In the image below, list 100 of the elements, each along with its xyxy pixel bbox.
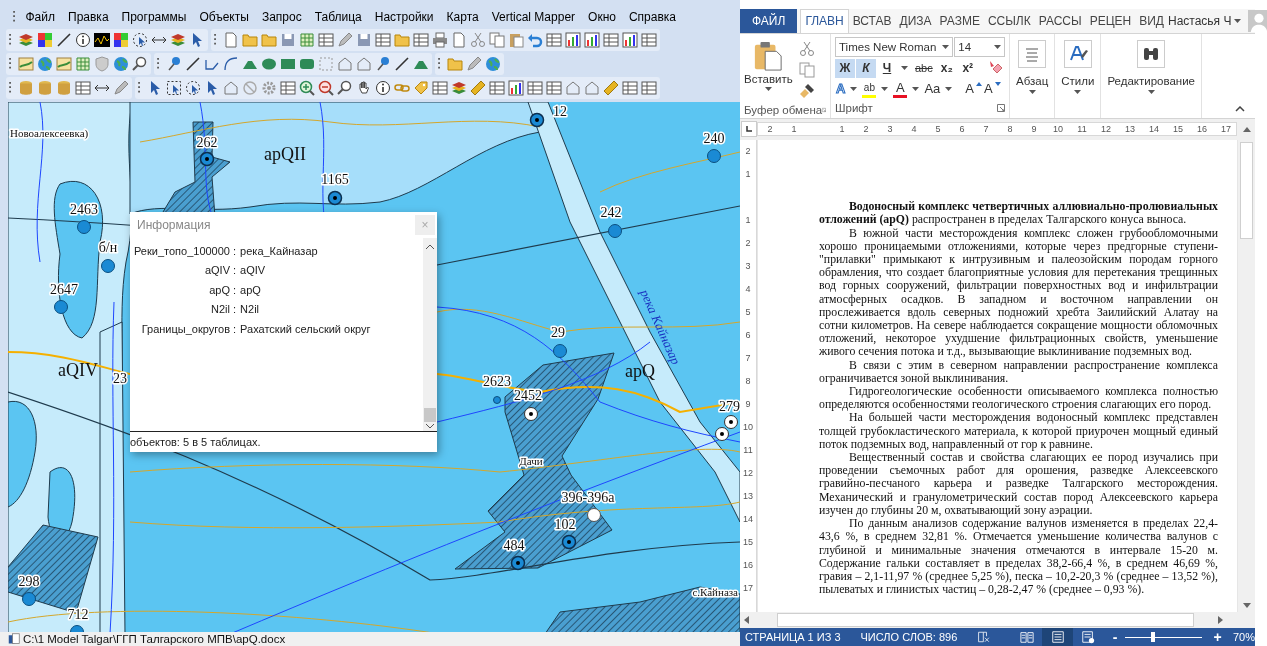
ribbon-tab[interactable]: ССЫЛК [983,9,1035,33]
table-icon[interactable] [622,79,638,96]
dropdown-caret-icon[interactable] [1074,89,1082,94]
scroll-up-icon[interactable] [426,243,434,249]
table-icon[interactable] [375,31,391,48]
dashed-circle-icon[interactable] [132,31,148,48]
dropdown-caret-icon[interactable] [994,45,1001,50]
bar-chart-icon[interactable] [565,31,581,48]
font-button[interactable]: ab [861,80,878,98]
menu-item[interactable]: Правка [61,9,116,24]
zoom-out-button[interactable]: - [1109,629,1121,645]
dropdown-caret-icon[interactable] [1234,18,1242,23]
map-icon[interactable] [18,55,34,72]
house-outline-icon[interactable] [223,79,239,96]
font-name-field[interactable]: Times New Roman [835,37,954,58]
table-icon[interactable] [546,79,562,96]
menu-item[interactable]: Файл [19,9,62,24]
slider-thumb[interactable] [1151,632,1156,642]
dot-marker[interactable] [493,395,501,404]
scroll-down-icon[interactable] [1242,603,1251,609]
ringed-dot-marker[interactable] [199,151,215,166]
gear-icon[interactable] [261,79,277,96]
dropdown-caret-icon[interactable] [912,87,920,92]
paintbrush-icon[interactable] [798,82,815,99]
font-button[interactable]: Aa [923,82,942,97]
layers-icon[interactable] [18,31,34,48]
collapse-caret-icon[interactable] [1235,105,1245,112]
menu-item[interactable]: Настройки [368,9,441,24]
format-button[interactable]: x² [957,58,978,78]
vertical-ruler[interactable]: 2 1 1 2 3 4 5 6 7 8 9 10 11 12 13 14 15 16 17 [740,140,757,613]
scroll-down-icon[interactable] [426,423,434,429]
dropdown-caret-icon[interactable] [1147,89,1155,94]
zoom-out-icon[interactable] [318,79,334,96]
search-icon[interactable] [132,55,148,72]
paragraph-button[interactable]: Абзац [1016,74,1049,87]
selection-box-icon[interactable] [166,79,182,96]
paragraph-lines-icon[interactable] [1018,39,1047,68]
copy-icon[interactable] [489,31,505,48]
house-outline-icon[interactable] [584,79,600,96]
clipboard-icon[interactable] [508,31,524,48]
dialog-launcher-icon[interactable] [997,103,1005,112]
zoom-in-icon[interactable] [299,79,315,96]
page-lines-icon[interactable] [1050,630,1065,644]
ruler-icon[interactable] [470,79,486,96]
dropdown-caret-icon[interactable] [850,87,858,92]
table-icon[interactable] [318,31,334,48]
tag-icon[interactable] [413,79,429,96]
table-icon[interactable] [641,79,657,96]
editing-button[interactable]: Редактирование [1107,74,1195,87]
font-size-field[interactable]: 14 [954,37,1005,58]
font-button[interactable]: A [892,80,909,98]
format-button[interactable]: Ж [835,58,855,78]
ribbon-tab[interactable]: ВИД [1135,9,1168,33]
grid-icon[interactable] [75,55,91,72]
menu-item[interactable]: Запрос [255,9,309,24]
pencil-icon[interactable] [337,31,353,48]
menu-item[interactable]: Объекты [192,9,256,24]
paste-button[interactable]: Вставить [744,72,793,85]
globe-icon[interactable] [485,55,501,72]
info-icon[interactable] [375,79,391,96]
page-icon[interactable] [223,31,239,48]
dropdown-caret-icon[interactable] [901,66,908,71]
menu-item[interactable]: Окно [581,9,623,24]
dropdown-caret-icon[interactable] [945,87,953,92]
scrollbar[interactable] [1238,140,1255,613]
scroll-up-icon[interactable] [1242,126,1251,132]
word-count[interactable]: ЧИСЛО СЛОВ: 896 [860,631,958,643]
web-page-icon[interactable] [1081,630,1096,644]
table-icon[interactable] [280,79,296,96]
scroll-thumb[interactable] [777,613,1194,628]
search-icon[interactable] [337,79,353,96]
dropdown-caret-icon[interactable] [881,87,889,92]
ringed-dot-marker[interactable] [561,534,577,549]
map-icon[interactable] [56,55,72,72]
menu-item[interactable]: Справка [622,9,683,24]
menu-item[interactable]: Vertical Mapper [485,9,582,24]
pencil-icon[interactable] [466,55,482,72]
ribbon-tab[interactable]: ДИЗА [895,9,936,33]
menu-item[interactable]: Программы [115,9,193,24]
scissors-icon[interactable] [470,31,486,48]
ribbon-tab[interactable]: РАССЫ [1034,9,1086,33]
info-icon[interactable] [75,31,91,48]
styles-brush-icon[interactable] [1063,39,1092,68]
ribbon-tab[interactable]: РАЗМЕ [935,9,984,33]
zoom-level[interactable]: 70% [1232,631,1255,643]
house-outline-icon[interactable] [565,79,581,96]
scissors-icon[interactable] [798,40,815,57]
format-button[interactable]: К [856,58,876,78]
table-icon[interactable] [546,31,562,48]
dropdown-caret-icon[interactable] [764,86,772,91]
ringed-dot-marker[interactable] [529,112,545,127]
format-button[interactable]: x₂ [936,58,957,78]
table-icon[interactable] [641,31,657,48]
user-name[interactable]: Настасья Ч [1167,13,1232,28]
styles-button[interactable]: Стили [1061,74,1095,87]
layers-icon[interactable] [451,79,467,96]
table-icon[interactable] [489,79,505,96]
scroll-right-icon[interactable] [1218,616,1223,625]
scrollbar[interactable] [423,237,437,431]
format-button[interactable]: Ч [877,58,897,78]
